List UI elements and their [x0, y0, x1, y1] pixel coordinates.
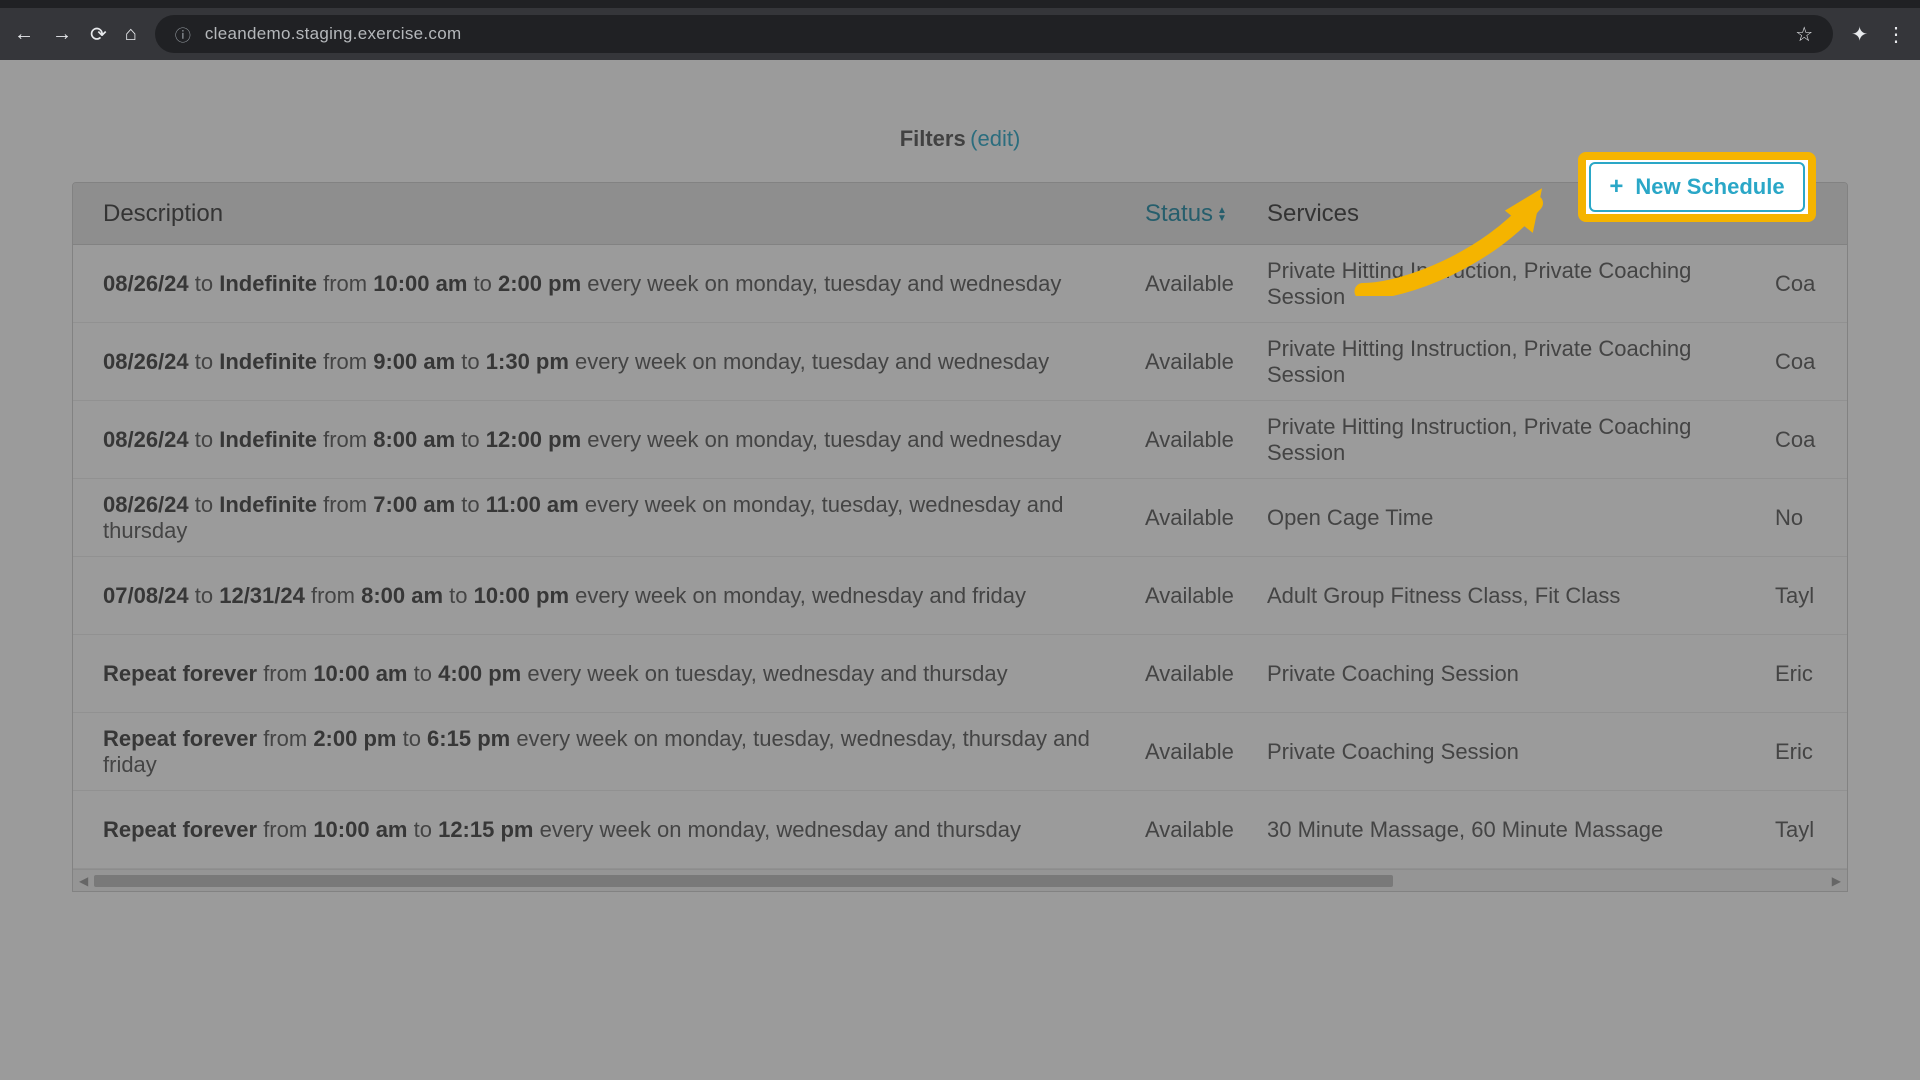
col-header-status[interactable]: Status ▲▼ — [1145, 200, 1259, 228]
cell-staff: Coa — [1775, 349, 1835, 375]
scroll-thumb[interactable] — [94, 875, 1393, 887]
table-row[interactable]: Repeat forever from 10:00 am to 12:15 pm… — [73, 791, 1847, 869]
cell-staff: Coa — [1775, 427, 1835, 453]
cell-staff: Tayl — [1775, 583, 1835, 609]
cell-description: 08/26/24 to Indefinite from 7:00 am to 1… — [73, 492, 1145, 544]
site-info-icon[interactable]: ⓘ — [175, 22, 191, 46]
col-header-status-text: Status — [1145, 200, 1213, 228]
new-schedule-highlight: + New Schedule — [1578, 152, 1816, 222]
cell-staff: Eric — [1775, 661, 1835, 687]
cell-services: Adult Group Fitness Class, Fit Class — [1259, 583, 1775, 609]
address-bar[interactable]: ⓘ cleandemo.staging.exercise.com ☆ — [155, 15, 1833, 53]
annotation-arrow — [1340, 166, 1590, 296]
cell-description: 07/08/24 to 12/31/24 from 8:00 am to 10:… — [73, 583, 1145, 609]
url-text: cleandemo.staging.exercise.com — [205, 24, 462, 44]
scroll-right-icon[interactable]: ▶ — [1832, 874, 1841, 888]
cell-status: Available — [1145, 739, 1259, 765]
back-icon[interactable]: ← — [14, 23, 34, 46]
table-row[interactable]: Repeat forever from 10:00 am to 4:00 pm … — [73, 635, 1847, 713]
cell-status: Available — [1145, 661, 1259, 687]
new-schedule-label: New Schedule — [1635, 174, 1784, 200]
plus-icon: + — [1609, 173, 1623, 201]
cell-staff: Coa — [1775, 271, 1835, 297]
new-schedule-button[interactable]: + New Schedule — [1589, 162, 1805, 212]
cell-staff: Tayl — [1775, 817, 1835, 843]
home-icon[interactable]: ⌂ — [125, 23, 137, 46]
cell-services: Private Hitting Instruction, Private Coa… — [1259, 414, 1775, 466]
horizontal-scrollbar[interactable]: ◀ ▶ — [73, 869, 1847, 891]
browser-chrome: ← → ⟳ ⌂ ⓘ cleandemo.staging.exercise.com… — [0, 0, 1920, 60]
cell-description: Repeat forever from 10:00 am to 4:00 pm … — [73, 661, 1145, 687]
cell-description: Repeat forever from 2:00 pm to 6:15 pm e… — [73, 726, 1145, 778]
cell-services: Private Hitting Instruction, Private Coa… — [1259, 336, 1775, 388]
table-row[interactable]: 07/08/24 to 12/31/24 from 8:00 am to 10:… — [73, 557, 1847, 635]
cell-services: Private Coaching Session — [1259, 661, 1775, 687]
bookmark-star-icon[interactable]: ☆ — [1795, 22, 1813, 47]
cell-services: Open Cage Time — [1259, 505, 1775, 531]
cell-description: 08/26/24 to Indefinite from 8:00 am to 1… — [73, 427, 1145, 453]
table-row[interactable]: Repeat forever from 2:00 pm to 6:15 pm e… — [73, 713, 1847, 791]
table-row[interactable]: 08/26/24 to Indefinite from 7:00 am to 1… — [73, 479, 1847, 557]
browser-toolbar: ← → ⟳ ⌂ ⓘ cleandemo.staging.exercise.com… — [0, 8, 1920, 60]
page-stage: Filters (edit) Description Status ▲▼ Ser… — [0, 60, 1920, 1080]
cell-staff: No — [1775, 505, 1835, 531]
cell-staff: Eric — [1775, 739, 1835, 765]
scroll-left-icon[interactable]: ◀ — [79, 874, 88, 888]
table-row[interactable]: 08/26/24 to Indefinite from 9:00 am to 1… — [73, 323, 1847, 401]
col-header-description[interactable]: Description — [73, 200, 1145, 228]
tab-strip — [0, 0, 1920, 8]
cell-description: 08/26/24 to Indefinite from 9:00 am to 1… — [73, 349, 1145, 375]
forward-icon[interactable]: → — [52, 23, 72, 46]
cell-status: Available — [1145, 583, 1259, 609]
cell-description: 08/26/24 to Indefinite from 10:00 am to … — [73, 271, 1145, 297]
cell-status: Available — [1145, 349, 1259, 375]
table-row[interactable]: 08/26/24 to Indefinite from 8:00 am to 1… — [73, 401, 1847, 479]
cell-description: Repeat forever from 10:00 am to 12:15 pm… — [73, 817, 1145, 843]
cell-services: Private Coaching Session — [1259, 739, 1775, 765]
reload-icon[interactable]: ⟳ — [90, 22, 107, 47]
cell-services: 30 Minute Massage, 60 Minute Massage — [1259, 817, 1775, 843]
cell-status: Available — [1145, 817, 1259, 843]
filters-label: Filters — [900, 126, 966, 152]
filters-edit-link[interactable]: (edit) — [970, 126, 1020, 152]
browser-menu-icon[interactable]: ⋮ — [1886, 22, 1906, 47]
scroll-track[interactable] — [94, 875, 1826, 887]
extensions-icon[interactable]: ✦ — [1851, 22, 1868, 47]
table-body: 08/26/24 to Indefinite from 10:00 am to … — [73, 245, 1847, 869]
sort-icon: ▲▼ — [1217, 207, 1227, 223]
cell-status: Available — [1145, 427, 1259, 453]
cell-status: Available — [1145, 271, 1259, 297]
cell-status: Available — [1145, 505, 1259, 531]
